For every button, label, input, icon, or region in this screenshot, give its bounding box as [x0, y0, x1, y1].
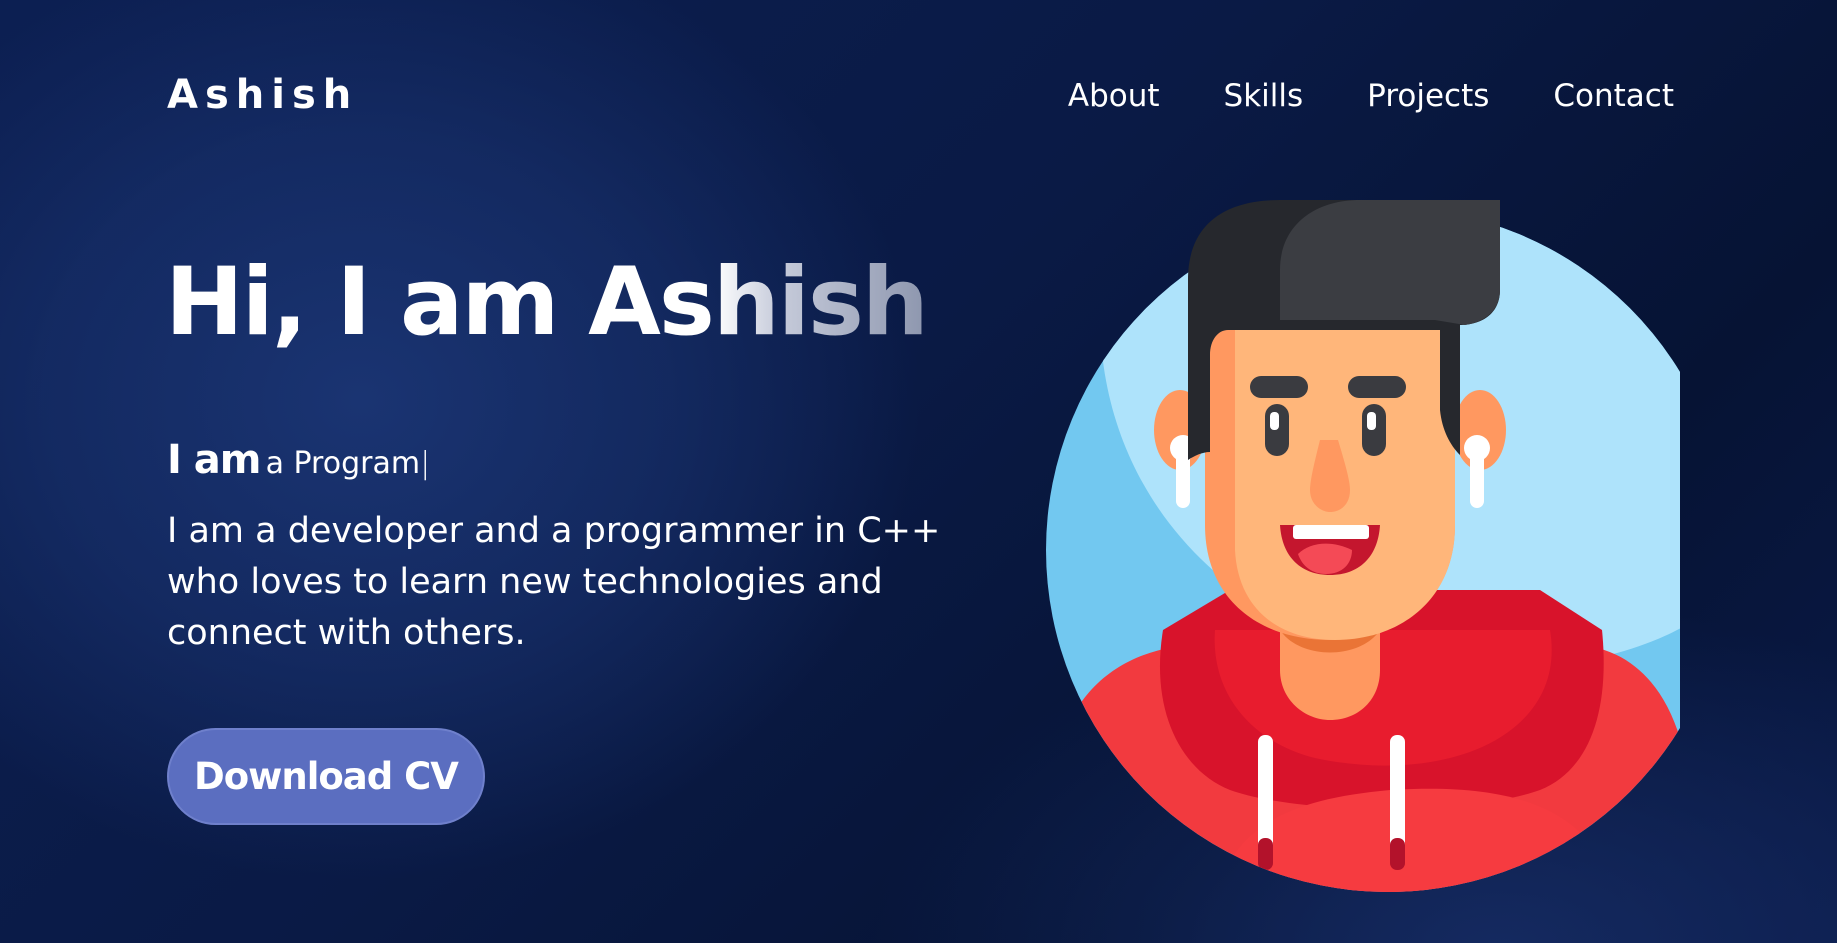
typing-word: a Program	[265, 446, 421, 481]
nav-link-about[interactable]: About	[1068, 74, 1160, 118]
nav-link-contact[interactable]: Contact	[1553, 74, 1674, 118]
avatar-eye-right	[1362, 404, 1386, 456]
nav-link-projects[interactable]: Projects	[1367, 74, 1489, 118]
avatar-eye-left	[1265, 404, 1289, 456]
nav-link-skills[interactable]: Skills	[1224, 74, 1304, 118]
hero-title-plain: Hi, I am As	[165, 248, 715, 357]
avatar-eye-right-shine	[1367, 412, 1376, 430]
avatar-drawstring-tip-left	[1258, 838, 1273, 870]
avatar-hair-highlight	[1280, 200, 1500, 325]
avatar-illustration	[1046, 200, 1680, 892]
typing-text: I am a Program|	[167, 436, 430, 492]
avatar-eye-left-shine	[1270, 412, 1279, 430]
site-logo[interactable]: Ashish	[167, 70, 358, 120]
avatar-teeth	[1293, 525, 1369, 539]
hero-description: I am a developer and a programmer in C++…	[167, 511, 941, 653]
typing-cursor: |	[420, 446, 431, 481]
avatar-drawstring-right	[1390, 735, 1405, 855]
hero-title: Hi, I am Ashish	[165, 248, 929, 358]
typing-lead: I am	[167, 437, 261, 483]
main-nav: About Skills Projects Contact	[1068, 74, 1674, 118]
avatar-drawstring-tip-right	[1390, 838, 1405, 870]
portfolio-page: Ashish About Skills Projects Contact Hi,…	[0, 0, 1837, 943]
avatar-eyebrow-left	[1250, 376, 1308, 398]
avatar-eyebrow-right	[1348, 376, 1406, 398]
avatar-drawstring-left	[1258, 735, 1273, 855]
avatar-earbud-right-head	[1464, 435, 1490, 461]
hero-title-faded: hish	[712, 248, 929, 357]
download-cv-button[interactable]: Download CV	[167, 728, 485, 825]
